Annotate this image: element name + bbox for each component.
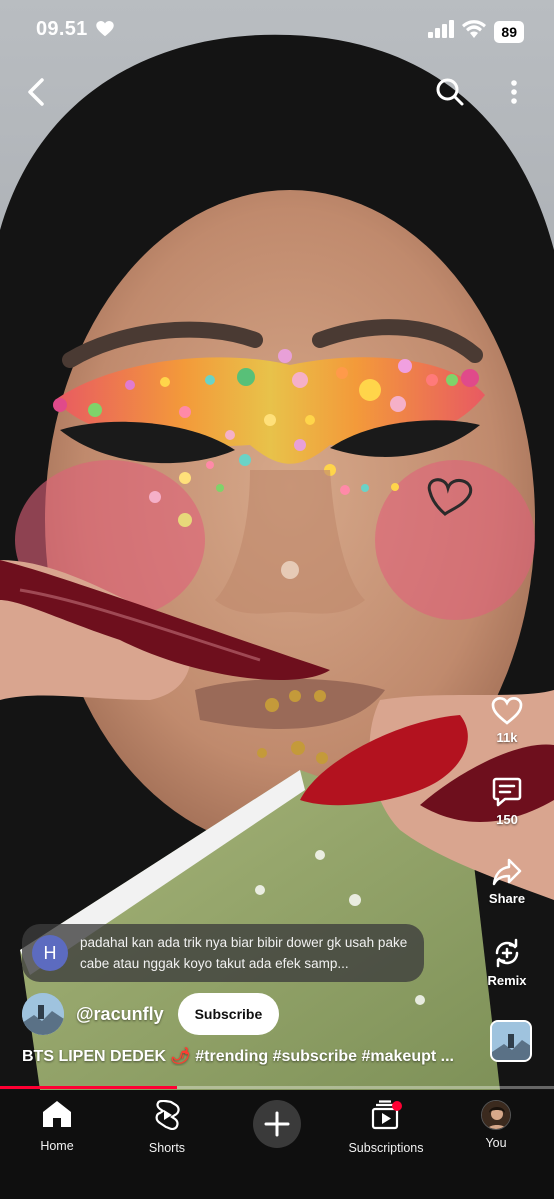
progress-fill xyxy=(0,1086,178,1089)
comment-count: 150 xyxy=(496,812,518,827)
bottom-navigation: Home Shorts Subscriptions You xyxy=(0,1090,554,1199)
user-avatar xyxy=(481,1100,511,1130)
nav-shorts-label: Shorts xyxy=(148,1141,186,1155)
nav-you-label: You xyxy=(485,1136,507,1150)
remix-label: Remix xyxy=(487,973,527,988)
video-caption[interactable]: BTS LIPEN DEDEK 🌶 #trending #subscribe #… xyxy=(22,1046,472,1066)
status-time: 09.51 xyxy=(36,18,88,40)
nav-you[interactable]: You xyxy=(446,1100,546,1150)
wifi-icon xyxy=(462,20,487,43)
channel-name[interactable]: @racunfly xyxy=(76,1004,164,1025)
subscriptions-icon xyxy=(371,1100,402,1130)
remix-icon xyxy=(474,937,540,969)
back-button[interactable] xyxy=(16,72,56,112)
shorts-icon xyxy=(155,1099,180,1131)
chili-emoji: 🌶 xyxy=(170,1048,191,1065)
share-label: Share xyxy=(488,891,526,906)
caption-hashtags: #trending #subscribe #makeupt ... xyxy=(195,1048,454,1065)
search-icon xyxy=(436,78,464,106)
plus-icon xyxy=(264,1111,290,1137)
share-icon xyxy=(474,857,540,887)
comment-icon xyxy=(474,776,540,808)
more-vert-icon xyxy=(511,80,517,104)
search-button[interactable] xyxy=(430,72,470,112)
battery-indicator: 89 xyxy=(494,20,524,43)
caption-title: BTS LIPEN DEDEK xyxy=(22,1048,167,1065)
nav-subscriptions-label: Subscriptions xyxy=(348,1141,424,1155)
nav-subscriptions[interactable]: Subscriptions xyxy=(336,1100,436,1155)
comment-text: padahal kan ada trik nya biar bibir dowe… xyxy=(80,935,408,971)
share-button[interactable]: Share xyxy=(474,857,540,906)
more-options-button[interactable] xyxy=(494,72,534,112)
nav-home-label: Home xyxy=(40,1139,74,1153)
channel-row: @racunfly Subscribe xyxy=(22,993,280,1035)
sound-thumbnail-image xyxy=(492,1022,530,1060)
pinned-comment[interactable]: H padahal kan ada trik nya biar bibir do… xyxy=(22,924,424,982)
nav-home[interactable]: Home xyxy=(7,1100,107,1153)
status-bar: 09.51 89 xyxy=(0,0,554,60)
comments-button[interactable]: 150 xyxy=(474,776,540,827)
like-icon xyxy=(474,696,540,726)
heart-icon xyxy=(96,21,114,42)
progress-bar[interactable] xyxy=(0,1086,554,1089)
remix-button[interactable]: Remix xyxy=(474,937,540,988)
home-icon xyxy=(43,1101,71,1127)
like-button[interactable]: 11k xyxy=(474,696,540,745)
signal-icon xyxy=(428,20,455,43)
sound-thumbnail[interactable] xyxy=(490,1020,532,1062)
like-count: 11k xyxy=(496,730,518,745)
commenter-avatar: H xyxy=(32,935,68,971)
channel-avatar[interactable] xyxy=(22,993,64,1035)
create-button[interactable] xyxy=(253,1100,301,1148)
nav-shorts[interactable]: Shorts xyxy=(117,1099,217,1155)
chevron-left-icon xyxy=(28,78,44,106)
subscribe-button[interactable]: Subscribe xyxy=(177,993,280,1035)
